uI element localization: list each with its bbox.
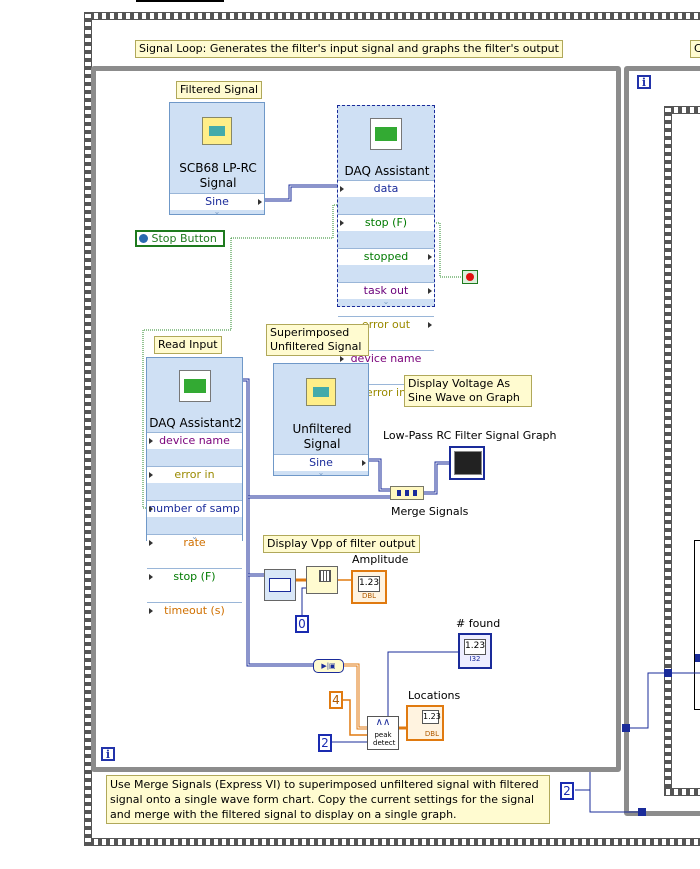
- expand-chevron[interactable]: ⌄: [170, 208, 264, 217]
- found-indicator[interactable]: 1.23 I32: [458, 633, 492, 669]
- found-label: # found: [456, 617, 501, 630]
- read-terminal-stop-label: stop (F): [173, 570, 216, 583]
- daq-assistant2-express-vi[interactable]: DAQ Assistant2 device name error in numb…: [146, 357, 243, 619]
- tunnel: [638, 808, 646, 816]
- daq-terminal-stop[interactable]: stop (F): [338, 214, 434, 231]
- daq-terminal-error-out-label: error out: [361, 318, 411, 331]
- wire-threshold: [342, 699, 368, 736]
- amplitude-levels-node[interactable]: [264, 569, 296, 601]
- stopped-indicator[interactable]: [462, 270, 478, 284]
- amplitude-indicator[interactable]: 1.23 DBL: [351, 570, 387, 604]
- daq-terminal-data[interactable]: data: [338, 180, 434, 197]
- locations-indicator[interactable]: 1.23 DBL: [406, 705, 444, 741]
- index-constant[interactable]: 0: [295, 615, 309, 633]
- unfiltered-signal-express-vi[interactable]: Unfiltered Signal Sine ⌄: [273, 363, 369, 478]
- graph-icon: [454, 451, 482, 475]
- read-terminal-timeout[interactable]: timeout (s): [147, 602, 242, 619]
- stop-globe-icon: [139, 234, 148, 243]
- daq-terminal-stopped-label: stopped: [363, 250, 409, 263]
- waveform-icon: [269, 578, 291, 592]
- daq-assistant-express-vi[interactable]: DAQ Assistant data stop (F) stopped task…: [337, 105, 435, 401]
- amplitude-label: Amplitude: [352, 553, 409, 566]
- convert-icon: ▶|▣: [321, 662, 336, 670]
- wire-unfiltered-to-merge: [368, 458, 390, 492]
- merge-icon: [397, 490, 417, 496]
- stop-button-label: Stop Button: [151, 232, 217, 245]
- daq-terminal-error-in-label: error in: [365, 386, 407, 399]
- unfiltered-signal-label: Superimposed Unfiltered Signal: [266, 324, 369, 356]
- merge-signals-note: Use Merge Signals (Express VI) to superi…: [106, 775, 550, 824]
- signal-icon: [202, 117, 232, 145]
- daq-terminal-data-label: data: [373, 182, 399, 195]
- array-icon: [319, 570, 331, 582]
- amplitude-display: 1.23: [358, 576, 380, 592]
- wire-right-count: [575, 789, 640, 813]
- filtered-signal-title: SCB68 LP-RC Signal: [179, 161, 257, 190]
- wire-merge-to-graph: [424, 461, 450, 495]
- daq-expand-chevron[interactable]: ⌄: [338, 298, 434, 307]
- wire-stopped: [434, 222, 462, 278]
- loop-count-constant[interactable]: 2: [560, 782, 574, 800]
- wire-sine-to-daq: [265, 184, 340, 202]
- filtered-signal-label: Filtered Signal: [176, 81, 263, 99]
- unfiltered-expand-chevron[interactable]: ⌄: [274, 469, 368, 478]
- filtered-signal-express-vi[interactable]: SCB68 LP-RC Signal Sine ⌄: [169, 102, 265, 217]
- graph-label: Low-Pass RC Filter Signal Graph: [383, 429, 557, 442]
- read-terminal-number-of-samples-label: number of samp: [149, 502, 240, 515]
- locations-display: 1.23: [422, 710, 441, 724]
- peak-detect-label: peak detect: [373, 731, 396, 747]
- vpp-note: Display Vpp of filter output: [263, 535, 420, 553]
- daq-terminal-stop-label: stop (F): [364, 216, 408, 229]
- daq-assistant-title: DAQ Assistant: [344, 164, 430, 178]
- led-icon: [466, 273, 474, 281]
- convert-to-array-node[interactable]: ▶|▣: [313, 659, 344, 673]
- locations-label: Locations: [408, 689, 461, 702]
- display-voltage-note: Display Voltage As Sine Wave on Graph: [404, 375, 532, 407]
- read-terminal-timeout-label: timeout (s): [164, 604, 225, 617]
- threshold-constant[interactable]: 4: [329, 691, 343, 709]
- peak-detect-node[interactable]: ∧∧ peak detect: [367, 716, 399, 750]
- merge-signals-node[interactable]: [390, 486, 424, 500]
- wire-convert-to-peak: [344, 663, 368, 730]
- daq-icon: [370, 118, 402, 150]
- daq-terminal-task-out-label: task out: [363, 284, 409, 297]
- found-type: I32: [469, 655, 481, 663]
- index-array-node[interactable]: [306, 566, 338, 594]
- read-terminal-number-of-samples[interactable]: number of samp: [147, 500, 242, 517]
- read-terminal-stop[interactable]: stop (F): [147, 568, 242, 585]
- read-terminal-error-in[interactable]: error in: [147, 466, 242, 483]
- daq-assistant2-title: DAQ Assistant2: [149, 416, 242, 430]
- read-expand-chevron[interactable]: ⌄: [147, 533, 242, 542]
- merge-signals-label: Merge Signals: [391, 505, 469, 518]
- tunnel: [622, 724, 630, 732]
- tunnel: [664, 669, 672, 677]
- daq-terminal-stopped[interactable]: stopped: [338, 248, 434, 265]
- width-constant[interactable]: 2: [318, 734, 332, 752]
- read-terminal-device-name-label: device name: [159, 434, 230, 447]
- peak-icon: ∧∧: [375, 717, 391, 728]
- wire-right-tunnel: [628, 672, 668, 729]
- unfiltered-signal-icon: [306, 378, 336, 406]
- locations-type: DBL: [424, 730, 439, 738]
- read-terminal-error-in-label: error in: [174, 468, 215, 481]
- signal-graph-terminal[interactable]: [449, 446, 485, 480]
- read-terminal-device-name[interactable]: device name: [147, 432, 242, 449]
- stop-button-terminal[interactable]: Stop Button: [135, 230, 225, 247]
- amplitude-type: DBL: [361, 592, 377, 600]
- tunnel: [695, 654, 700, 662]
- found-display: 1.23: [464, 639, 486, 655]
- daq2-icon: [179, 370, 211, 402]
- read-input-label: Read Input: [154, 336, 222, 354]
- unfiltered-signal-title: Unfiltered Signal: [292, 422, 352, 451]
